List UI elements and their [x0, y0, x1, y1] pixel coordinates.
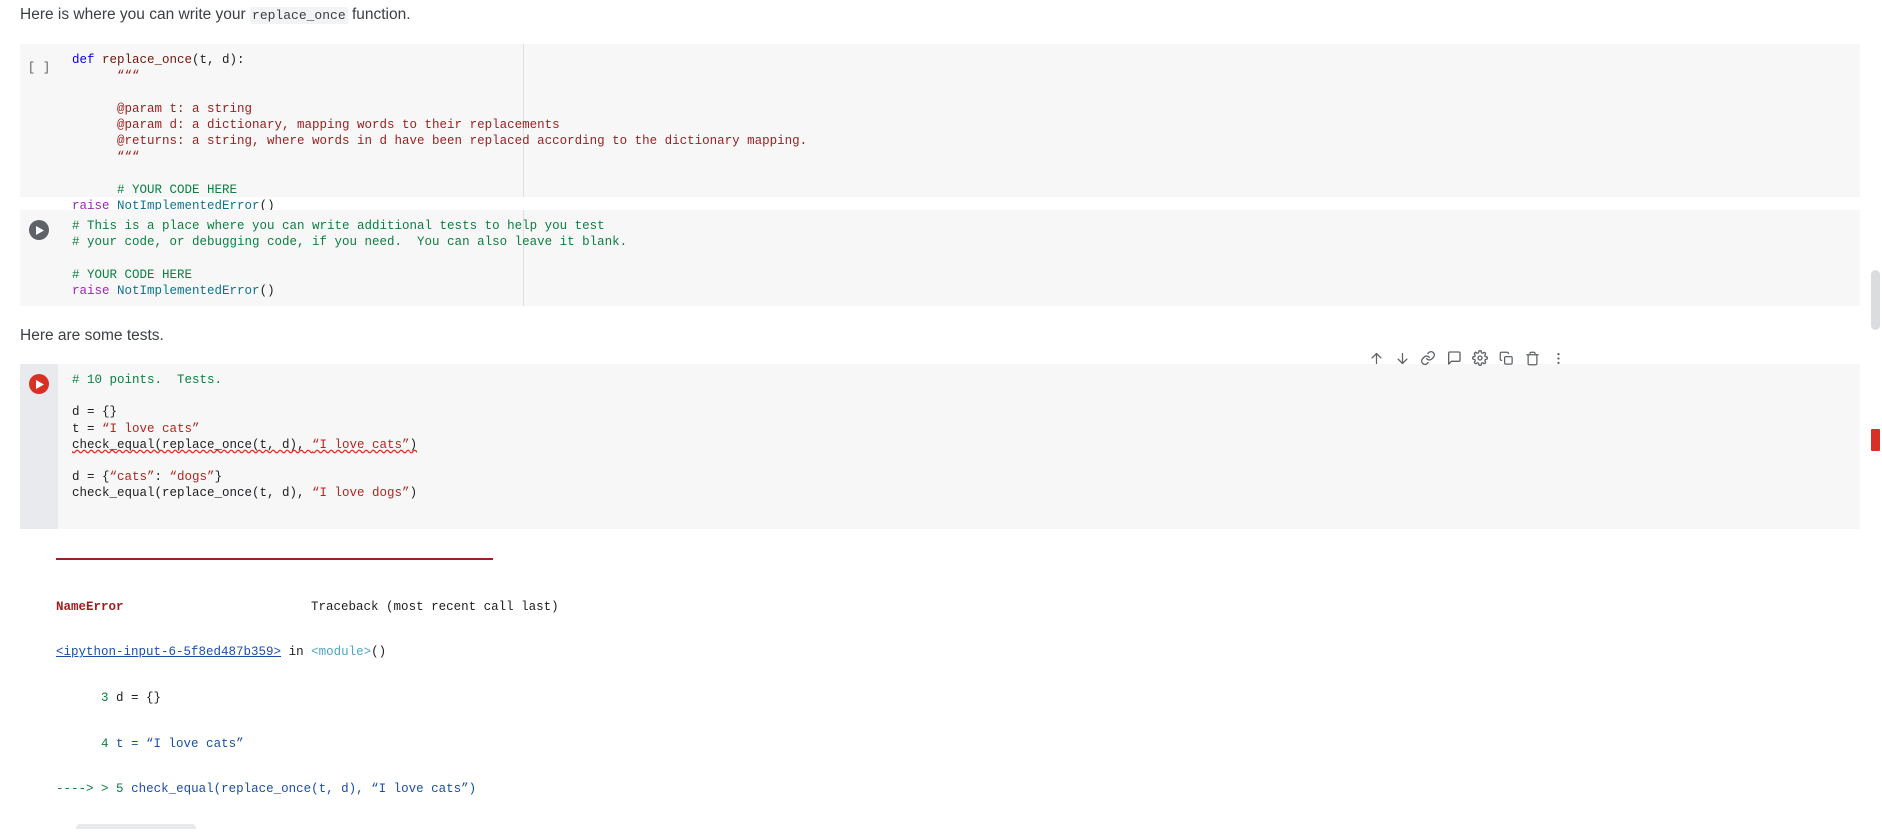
cell-run-placeholder[interactable]: [ ]: [28, 52, 51, 197]
more-options-vertical-dots-icon[interactable]: [1547, 347, 1569, 369]
page-scrollbar[interactable]: [1868, 0, 1882, 833]
token-docstring-close: “““: [72, 150, 140, 165]
traceback-source-link[interactable]: <ipython-input-6-5f8ed487b359>: [56, 645, 281, 659]
traceback-source-line: <ipython-input-6-5f8ed487b359> in <modul…: [56, 645, 1556, 660]
token-docstring-returns: @returns: a string, where words in d hav…: [72, 134, 808, 149]
add-comment-icon[interactable]: [1443, 347, 1465, 369]
token-docstring-open: “““: [72, 69, 140, 84]
intro-text-prefix: Here is where you can write your: [20, 6, 251, 23]
frame-line-number: 3: [101, 691, 109, 706]
code-editor-replace-once[interactable]: def replace_once(t, d): “““ @param t: a …: [58, 44, 1860, 213]
code-cell-replace-once[interactable]: [ ] def replace_once(t, d): “““ @param t…: [20, 44, 1860, 213]
cell-gutter-replace-once: [ ]: [20, 44, 58, 197]
intro-markdown-text: Here is where you can write your replace…: [20, 4, 411, 26]
token-your-code-here-comment: # YOUR CODE HERE: [72, 267, 193, 282]
token-check-equal-line-2: check_equal(replace_once(t, d), “I love …: [72, 486, 418, 501]
token-def-keyword: def: [72, 53, 95, 67]
token-points-comment: # 10 points. Tests.: [72, 373, 223, 387]
colab-notebook-page: Here is where you can write your replace…: [0, 0, 1882, 833]
token-comment-line-1: # This is a place where you can write ad…: [72, 219, 605, 233]
traceback-in-word: in: [288, 645, 304, 660]
move-cell-up-icon[interactable]: [1365, 347, 1387, 369]
code-cell-tests[interactable]: # 10 points. Tests. d = {} t = “I love c…: [20, 350, 1860, 529]
link-to-cell-icon[interactable]: [1417, 347, 1439, 369]
traceback-frame-5: ----> > 5 check_equal(replace_once(t, d)…: [56, 782, 477, 797]
run-cell-button-scratch[interactable]: [29, 220, 49, 240]
delete-cell-trash-icon[interactable]: [1521, 347, 1543, 369]
cell-gutter-tests: [20, 364, 58, 529]
token-t-assign: t =: [72, 421, 103, 436]
frame-line-number: 5: [116, 782, 124, 797]
token-check-equal-line-1: check_equal(replace_once(t, d), “I love …: [72, 437, 418, 452]
run-cell-button-tests[interactable]: [29, 374, 49, 394]
mirror-cell-copy-icon[interactable]: [1495, 347, 1517, 369]
frame-line-code: d = {}: [116, 691, 162, 706]
frame-line-number: 4: [101, 736, 109, 751]
traceback-divider: [56, 558, 493, 561]
scrollbar-error-marker[interactable]: [1871, 429, 1880, 451]
traceback-frame-4: 4 t = “I love cats”: [56, 737, 1556, 752]
cell-gutter-scratch: [20, 210, 58, 306]
token-d-assign-dict: d = {: [72, 470, 110, 485]
token-comment-line-2: # your code, or debugging code, if you n…: [72, 235, 628, 250]
token-d-assign-empty: d = {}: [72, 405, 118, 420]
move-cell-down-icon[interactable]: [1391, 347, 1413, 369]
code-editor-tests[interactable]: # 10 points. Tests. d = {} t = “I love c…: [58, 364, 1860, 529]
token-string-i-love-cats: “I love cats”: [102, 421, 200, 436]
scrollbar-thumb[interactable]: [1871, 270, 1880, 330]
token-raise-keyword: raise: [72, 283, 110, 298]
traceback-module-call: (): [371, 645, 387, 660]
code-cell-scratch[interactable]: # This is a place where you can write ad…: [20, 210, 1860, 306]
intro-inline-code: replace_once: [250, 7, 348, 24]
code-editor-scratch[interactable]: # This is a place where you can write ad…: [58, 210, 1860, 306]
traceback-frame-3: 3 d = {}: [56, 691, 1556, 706]
token-call-parens: (): [259, 283, 275, 298]
frame-arrow-marker: ---->: [56, 782, 102, 797]
tests-heading-text: Here are some tests.: [20, 327, 164, 344]
token-notimplementederror: NotImplementedError: [117, 283, 260, 298]
token-function-name: replace_once: [102, 53, 193, 67]
intro-text-suffix: function.: [347, 6, 411, 23]
bottom-edge: [0, 829, 1882, 833]
traceback-header-line: NameError Traceback (most recent call la…: [56, 600, 1556, 615]
token-your-code-here-comment: # YOUR CODE HERE: [72, 182, 238, 197]
cell-action-toolbar[interactable]: [1365, 347, 1569, 369]
cell-output-traceback: NameError Traceback (most recent call la…: [56, 528, 1556, 833]
cell-settings-gear-icon[interactable]: [1469, 347, 1491, 369]
token-signature: (t, d):: [192, 53, 245, 67]
traceback-label: Traceback (most recent call last): [311, 599, 559, 614]
frame-line-code: t = “I love cats”: [116, 736, 244, 751]
token-docstring-param-t: @param t: a string: [72, 101, 253, 116]
traceback-module-ref: <module>: [311, 645, 372, 660]
frame-line-code: check_equal(replace_once(t, d), “I love …: [131, 782, 477, 797]
traceback-error-type: NameError: [56, 599, 124, 614]
token-docstring-param-d: @param d: a dictionary, mapping words to…: [72, 117, 560, 132]
